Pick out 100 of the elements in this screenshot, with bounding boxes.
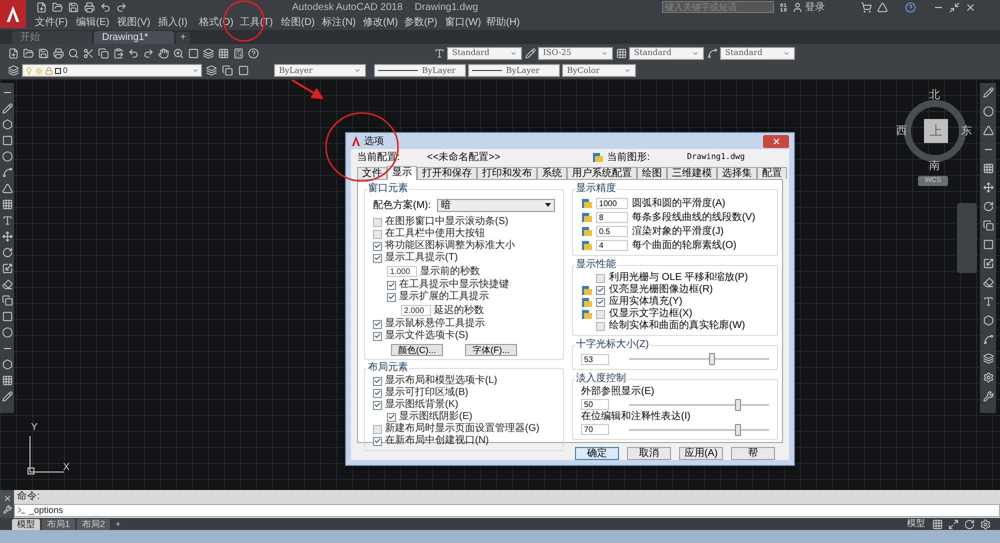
dialog-tab[interactable]: 配置 <box>757 167 787 179</box>
number-field[interactable]: 1000 <box>596 198 628 208</box>
style-dropdown[interactable]: ISO-25 <box>538 46 613 60</box>
wrench-icon[interactable] <box>981 389 995 403</box>
menu-item[interactable]: 帮助(H) <box>486 14 522 30</box>
checkbox[interactable] <box>596 274 605 282</box>
checkbox[interactable] <box>373 320 382 328</box>
make-current-icon[interactable] <box>204 64 218 78</box>
style-dropdown[interactable]: ByLayer <box>274 64 366 77</box>
menu-item[interactable]: 参数(P) <box>404 14 440 30</box>
menu-item[interactable]: 文件(F) <box>35 14 71 30</box>
style-dropdown[interactable]: Standard <box>629 46 704 60</box>
printer-icon[interactable] <box>82 0 96 14</box>
color-scheme-dropdown[interactable]: 暗 <box>436 198 555 212</box>
help-icon[interactable] <box>246 46 260 60</box>
drawing-canvas[interactable] <box>0 79 1000 490</box>
menu-item[interactable]: 插入(I) <box>158 14 194 30</box>
checkbox[interactable] <box>596 286 605 294</box>
scale-icon[interactable] <box>0 261 14 275</box>
menu-item[interactable]: 编辑(E) <box>76 14 112 30</box>
grid-icon[interactable] <box>930 517 944 531</box>
checkbox[interactable] <box>373 424 382 434</box>
polygon-icon[interactable] <box>981 313 995 327</box>
style-dropdown[interactable]: Standard <box>447 46 522 60</box>
menu-item[interactable]: 修改(M) <box>363 14 399 30</box>
layer-dropdown[interactable]: 0 <box>22 64 202 77</box>
dialog-tab[interactable]: 绘图 <box>637 167 667 179</box>
command-input[interactable]: _options <box>14 504 1000 517</box>
help-icon[interactable] <box>903 0 918 14</box>
settings-icon[interactable] <box>981 370 995 384</box>
layer-properties-icon[interactable] <box>6 64 20 78</box>
checkbox[interactable] <box>373 376 382 386</box>
checkbox[interactable] <box>373 388 382 398</box>
move-icon[interactable] <box>0 229 14 243</box>
dialog-tab[interactable]: 显示 <box>387 166 417 180</box>
printer-icon[interactable] <box>51 46 65 60</box>
dialog-tab[interactable]: 用户系统配置 <box>567 167 637 179</box>
slider-thumb[interactable] <box>735 398 742 410</box>
dialog-tab[interactable]: 三维建模 <box>667 167 717 179</box>
restore-icon[interactable] <box>947 0 962 14</box>
rectangle-icon[interactable] <box>981 237 995 251</box>
scale-icon[interactable] <box>981 256 995 270</box>
new-tab-button[interactable]: + <box>176 32 190 44</box>
rotate-icon[interactable] <box>0 245 14 259</box>
checkbox[interactable] <box>373 254 382 262</box>
save-icon[interactable] <box>66 0 80 14</box>
menu-item[interactable]: 绘图(D) <box>281 14 317 30</box>
copy-icon[interactable] <box>0 293 14 307</box>
dialog-tab[interactable]: 打开和保存 <box>417 167 477 179</box>
number-field[interactable]: 53 <box>581 354 609 364</box>
circle-icon[interactable] <box>0 149 14 163</box>
zoom-icon[interactable] <box>171 46 185 60</box>
dialog-button[interactable]: 帮 <box>731 447 775 460</box>
dialog-button[interactable]: 应用(A) <box>679 447 723 460</box>
checkbox[interactable] <box>387 412 396 422</box>
triangle-icon[interactable] <box>0 181 14 195</box>
circle-icon[interactable] <box>981 104 995 118</box>
model-space-button[interactable]: 模型 <box>904 517 928 531</box>
menu-item[interactable]: 标注(N) <box>322 14 358 30</box>
layers-icon[interactable] <box>981 351 995 365</box>
grid-icon[interactable] <box>216 46 230 60</box>
close-button[interactable] <box>763 134 789 148</box>
number-field[interactable]: 2.000 <box>401 305 431 316</box>
checkbox[interactable] <box>373 332 382 340</box>
spline-icon[interactable] <box>0 165 14 179</box>
checkbox[interactable] <box>596 310 605 318</box>
dialog-button[interactable]: 确定 <box>575 447 619 460</box>
checkbox[interactable] <box>373 230 382 238</box>
layout-tab[interactable]: 模型 <box>12 518 40 530</box>
number-field[interactable]: 70 <box>581 424 609 435</box>
compass-north[interactable]: 北 <box>929 87 940 104</box>
number-field[interactable]: 1.000 <box>387 266 417 277</box>
compass-east[interactable]: 东 <box>961 123 972 140</box>
grid-icon[interactable] <box>981 161 995 175</box>
compass-west[interactable]: 西 <box>896 123 907 140</box>
cart-icon[interactable] <box>859 0 874 14</box>
spline-icon[interactable] <box>981 332 995 346</box>
style-dropdown[interactable]: Standard <box>720 46 795 60</box>
style-dropdown[interactable]: ByColor <box>562 64 636 77</box>
dialog-button[interactable]: 字体(F)... <box>465 344 517 356</box>
checkbox[interactable] <box>387 280 396 290</box>
rectangle-icon[interactable] <box>0 133 14 147</box>
checkbox[interactable] <box>596 298 605 306</box>
dialog-tab[interactable]: 选择集 <box>717 167 757 179</box>
lineweight-dropdown[interactable]: ByLayer <box>468 64 560 77</box>
copy-icon[interactable] <box>981 218 995 232</box>
menu-item[interactable]: 视图(V) <box>117 14 153 30</box>
settings-icon[interactable] <box>978 517 992 531</box>
checkbox[interactable] <box>596 322 605 330</box>
triangle-icon[interactable] <box>981 123 995 137</box>
save-icon[interactable] <box>36 46 50 60</box>
number-field[interactable]: 0.5 <box>596 226 628 236</box>
checkbox[interactable] <box>373 218 382 226</box>
pencil-icon[interactable] <box>981 85 995 99</box>
rotate-icon[interactable] <box>981 199 995 213</box>
copy-icon[interactable] <box>96 46 110 60</box>
eraser-icon[interactable] <box>981 275 995 289</box>
application-menu-button[interactable] <box>0 0 26 28</box>
sign-in-link[interactable]: 登录 <box>805 0 826 14</box>
slider-thumb[interactable] <box>708 353 715 365</box>
